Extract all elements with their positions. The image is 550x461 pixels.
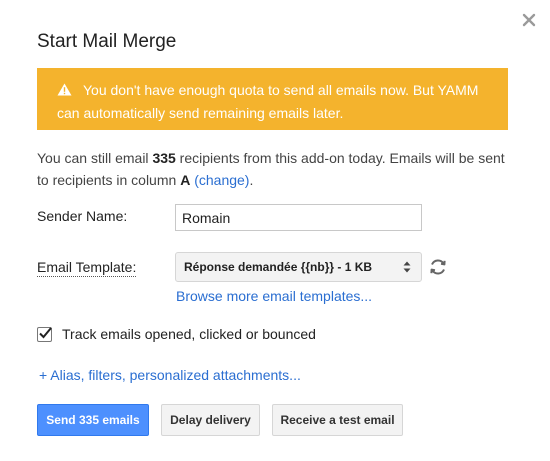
close-icon[interactable] [519,10,539,30]
select-arrows-icon [403,261,411,273]
quota-info: You can still email 335 recipients from … [37,147,517,191]
info-prefix: You can still email [37,150,153,166]
warning-icon [57,80,72,96]
sender-name-label: Sender Name: [37,208,128,224]
email-template-select[interactable]: Réponse demandée {{nb}} - 1 KB [175,252,422,282]
delay-delivery-button[interactable]: Delay delivery [161,404,260,436]
banner-text-line-2: can automatically send remaining emails … [57,105,344,121]
quota-warning-banner: You don't have enough quota to send all … [37,68,508,130]
send-emails-button[interactable]: Send 335 emails [37,404,149,436]
banner-line-1: You don't have enough quota to send all … [57,79,494,102]
info-middle: recipients from this add-on today. Email… [175,150,505,166]
dialog-title: Start Mail Merge [37,31,177,52]
recipient-column: A [180,172,191,188]
sender-name-input[interactable] [175,204,422,231]
email-template-label: Email Template: [37,259,137,277]
info-line2-prefix: to recipients in column [37,172,181,188]
alias-filters-link[interactable]: + Alias, filters, personalized attachmen… [39,367,301,383]
remaining-count: 335 [152,150,176,166]
change-column-link[interactable]: (change) [194,172,249,188]
track-emails-row: Track emails opened, clicked or bounced [37,326,316,342]
mail-merge-dialog: Start Mail Merge You don't have enough q… [0,0,550,461]
test-email-button[interactable]: Receive a test email [272,404,403,436]
email-template-selected: Réponse demandée {{nb}} - 1 KB [184,260,373,274]
track-emails-label: Track emails opened, clicked or bounced [62,326,316,342]
refresh-icon[interactable] [428,257,448,277]
banner-text-line-1: You don't have enough quota to send all … [83,82,479,98]
browse-templates-link[interactable]: Browse more email templates... [176,288,372,304]
info-suffix: . [249,172,254,188]
checkmark-icon [39,326,52,338]
track-emails-checkbox[interactable] [37,326,52,342]
